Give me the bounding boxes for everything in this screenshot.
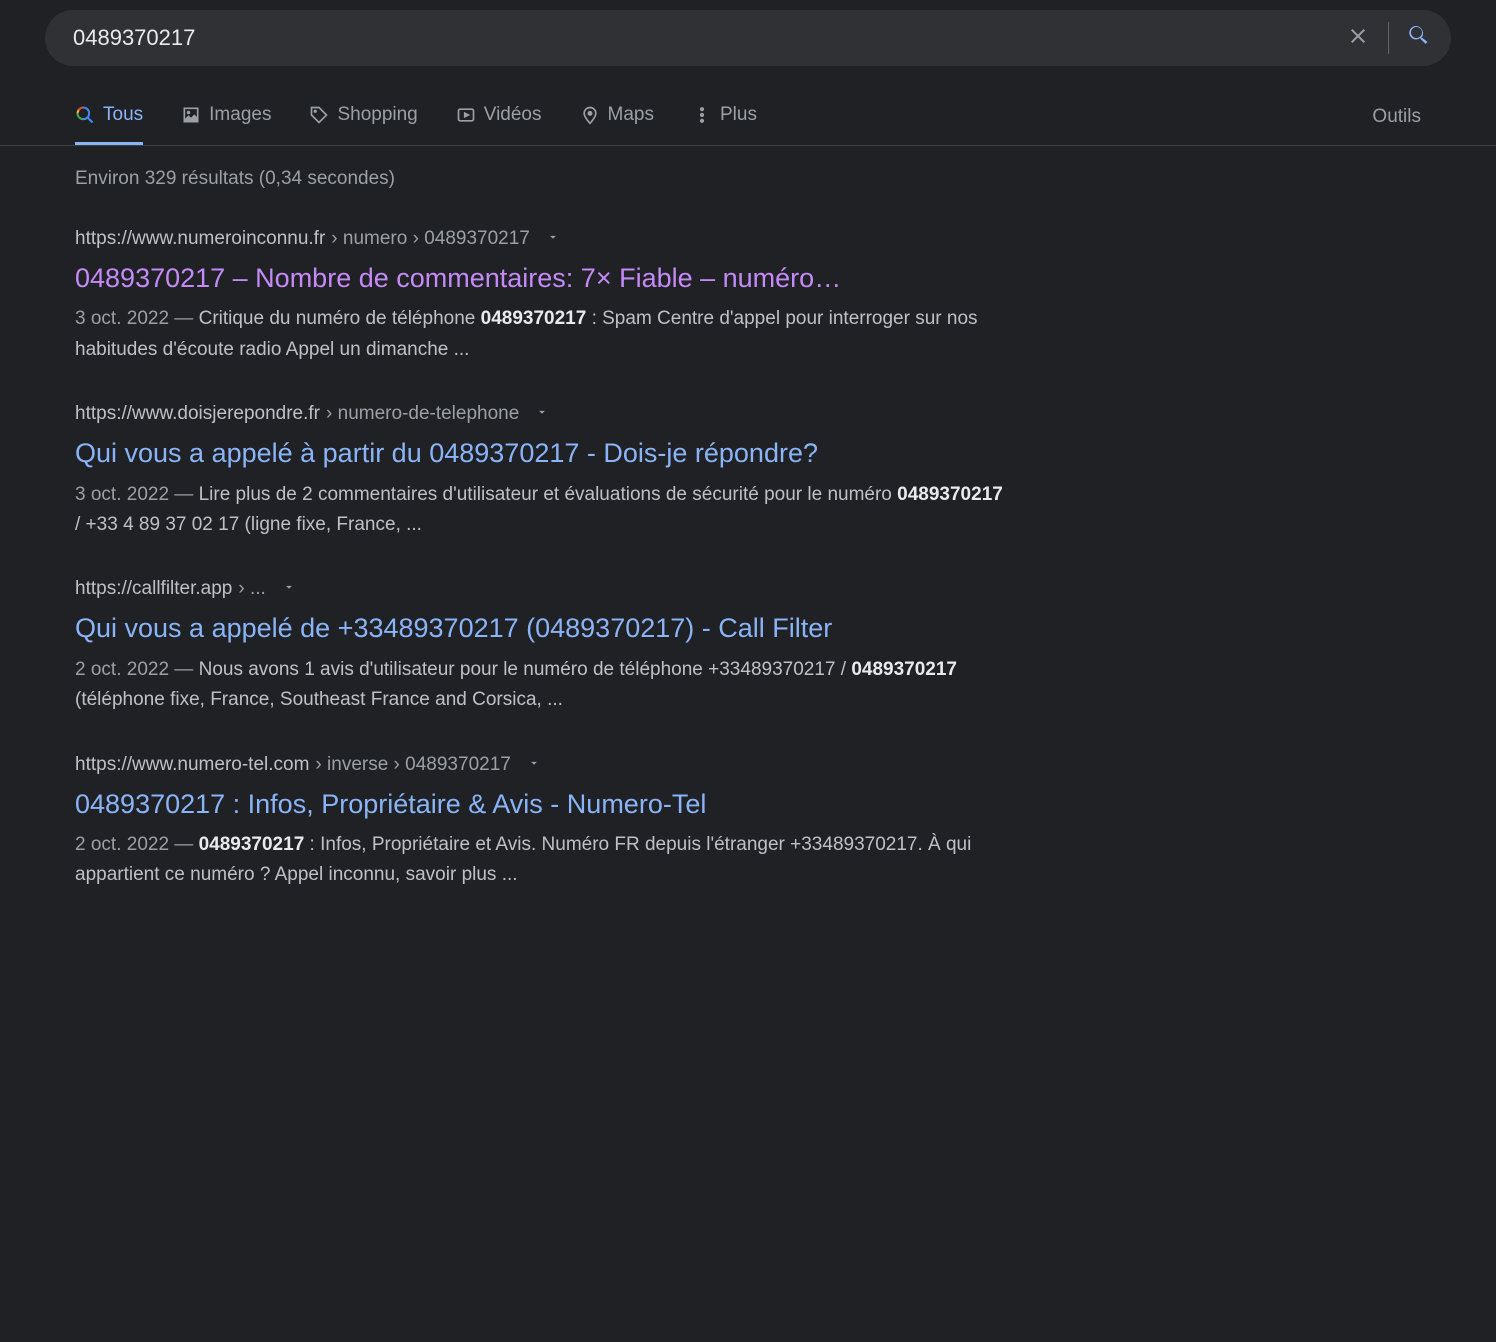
result-snippet: 3 oct. 2022 — Lire plus de 2 commentaire…	[75, 480, 1005, 541]
breadcrumb-domain: https://www.numero-tel.com	[75, 754, 309, 776]
search-all-icon	[75, 105, 95, 125]
result-stats: Environ 329 résultats (0,34 secondes)	[75, 168, 1421, 190]
tab-images[interactable]: Images	[181, 104, 271, 145]
tab-label: Tous	[103, 104, 143, 126]
snippet-date: 3 oct. 2022	[75, 308, 169, 329]
pin-icon	[580, 105, 600, 125]
caret-down-icon[interactable]	[272, 578, 296, 600]
breadcrumb-path: › inverse › 0489370217	[315, 754, 510, 776]
result-snippet: 2 oct. 2022 — 0489370217 : Infos, Propri…	[75, 830, 1005, 891]
play-icon	[456, 105, 476, 125]
breadcrumb-path: › ...	[238, 578, 265, 600]
caret-down-icon[interactable]	[525, 403, 549, 425]
caret-down-icon[interactable]	[517, 754, 541, 776]
tools-link[interactable]: Outils	[1372, 106, 1421, 144]
snippet-date: 2 oct. 2022	[75, 659, 169, 680]
clear-icon[interactable]	[1346, 24, 1370, 53]
breadcrumb-domain: https://www.doisjerepondre.fr	[75, 403, 320, 425]
snippet-date: 3 oct. 2022	[75, 484, 169, 505]
breadcrumb-path: › numero › 0489370217	[331, 228, 530, 250]
divider	[1388, 22, 1389, 54]
result-snippet: 3 oct. 2022 — Critique du numéro de télé…	[75, 304, 1005, 365]
tab-label: Vidéos	[484, 104, 542, 126]
tab-shopping[interactable]: Shopping	[309, 104, 417, 145]
tab-more[interactable]: Plus	[692, 104, 757, 145]
result-breadcrumb[interactable]: https://www.numero-tel.com › inverse › 0…	[75, 754, 1005, 776]
tab-maps[interactable]: Maps	[580, 104, 654, 145]
search-result: https://www.doisjerepondre.fr › numero-d…	[75, 403, 1005, 540]
result-title[interactable]: Qui vous a appelé de +33489370217 (04893…	[75, 610, 1005, 646]
image-icon	[181, 105, 201, 125]
tag-icon	[309, 105, 329, 125]
result-title[interactable]: 0489370217 : Infos, Propriétaire & Avis …	[75, 786, 1005, 822]
snippet-date: 2 oct. 2022	[75, 834, 169, 855]
search-result: https://www.numeroinconnu.fr › numero › …	[75, 228, 1005, 365]
results-list: https://www.numeroinconnu.fr › numero › …	[75, 228, 1421, 891]
breadcrumb-domain: https://www.numeroinconnu.fr	[75, 228, 325, 250]
result-title[interactable]: 0489370217 – Nombre de commentaires: 7× …	[75, 260, 1005, 296]
search-actions	[1346, 22, 1431, 54]
result-snippet: 2 oct. 2022 — Nous avons 1 avis d'utilis…	[75, 655, 1005, 716]
more-icon	[692, 105, 712, 125]
search-result: https://callfilter.app › ... Qui vous a …	[75, 578, 1005, 715]
tab-all[interactable]: Tous	[75, 104, 143, 145]
search-bar	[45, 10, 1451, 66]
tab-videos[interactable]: Vidéos	[456, 104, 542, 145]
search-result: https://www.numero-tel.com › inverse › 0…	[75, 754, 1005, 891]
search-icon[interactable]	[1407, 24, 1431, 53]
tab-label: Maps	[608, 104, 654, 126]
tab-label: Plus	[720, 104, 757, 126]
result-breadcrumb[interactable]: https://www.doisjerepondre.fr › numero-d…	[75, 403, 1005, 425]
search-input[interactable]	[65, 25, 1346, 51]
caret-down-icon[interactable]	[536, 228, 560, 250]
tab-label: Shopping	[337, 104, 417, 126]
breadcrumb-domain: https://callfilter.app	[75, 578, 232, 600]
result-breadcrumb[interactable]: https://callfilter.app › ...	[75, 578, 1005, 600]
tab-label: Images	[209, 104, 271, 126]
breadcrumb-path: › numero-de-telephone	[326, 403, 519, 425]
result-breadcrumb[interactable]: https://www.numeroinconnu.fr › numero › …	[75, 228, 1005, 250]
tabs: Tous Images Shopping Vidéos Maps	[75, 104, 757, 145]
result-title[interactable]: Qui vous a appelé à partir du 0489370217…	[75, 435, 1005, 471]
tabs-row: Tous Images Shopping Vidéos Maps	[0, 104, 1496, 146]
